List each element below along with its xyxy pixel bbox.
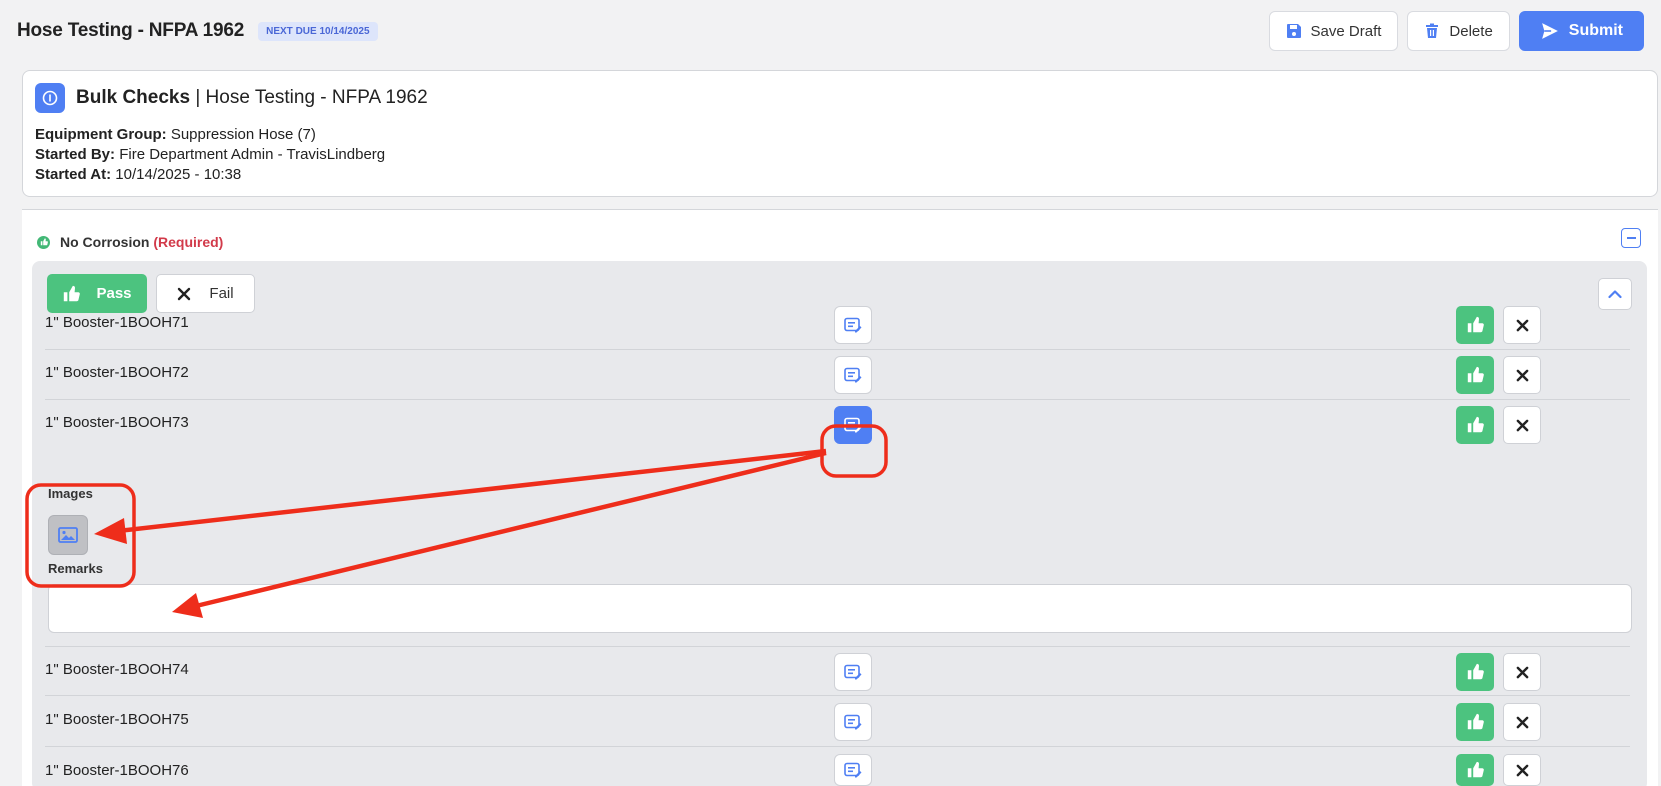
pass-item-button[interactable] — [1456, 754, 1494, 786]
check-header: No Corrosion (Required) — [37, 234, 223, 250]
started-at-label: Started At: — [35, 166, 112, 183]
started-by-line: Started By: Fire Department Admin - Trav… — [35, 145, 1645, 165]
header-actions: Save Draft Delete Submit — [1268, 11, 1644, 51]
note-edit-icon — [844, 664, 862, 680]
info-icon — [35, 83, 65, 113]
equipment-group-label: Equipment Group: — [35, 126, 167, 143]
list-item: 1" Booster-1BOOH71 — [45, 300, 1630, 350]
collapse-section-button[interactable] — [1621, 228, 1641, 248]
trash-icon — [1426, 23, 1439, 38]
page-title: Hose Testing - NFPA 1962 — [17, 20, 245, 41]
required-label: (Required) — [153, 234, 224, 250]
save-draft-label: Save Draft — [1310, 22, 1382, 40]
pass-item-button[interactable] — [1456, 306, 1494, 344]
note-edit-icon — [844, 317, 862, 333]
submit-label: Submit — [1568, 22, 1623, 39]
started-by-value: Fire Department Admin - TravisLindberg — [115, 146, 386, 163]
delete-label: Delete — [1449, 22, 1493, 40]
item-name: 1" Booster-1BOOH75 — [45, 711, 189, 728]
check-name: No Corrosion (Required) — [60, 234, 223, 250]
save-draft-button[interactable]: Save Draft — [1268, 11, 1399, 51]
image-icon — [58, 527, 78, 543]
pass-item-button[interactable] — [1456, 653, 1494, 691]
submit-button[interactable]: Submit — [1518, 11, 1644, 51]
list-item: 1" Booster-1BOOH72 — [45, 350, 1630, 400]
started-at-value: 10/14/2025 - 10:38 — [111, 166, 242, 183]
item-name: 1" Booster-1BOOH74 — [45, 661, 189, 678]
item-name: 1" Booster-1BOOH72 — [45, 364, 189, 381]
list-item-expanded: 1" Booster-1BOOH73 — [45, 400, 1630, 450]
close-icon — [1516, 419, 1528, 431]
toggle-notes-button[interactable] — [834, 406, 872, 444]
toggle-notes-button[interactable] — [834, 356, 872, 394]
toggle-notes-button[interactable] — [834, 703, 872, 741]
fail-item-button[interactable] — [1503, 356, 1541, 394]
close-icon — [1516, 369, 1528, 381]
toggle-notes-button[interactable] — [834, 306, 872, 344]
list-item: 1" Booster-1BOOH75 — [45, 697, 1630, 747]
fail-item-button[interactable] — [1503, 306, 1541, 344]
add-image-button[interactable] — [48, 515, 88, 555]
toggle-notes-button[interactable] — [834, 653, 872, 691]
check-title: No Corrosion — [60, 234, 150, 250]
minus-icon — [1626, 237, 1636, 239]
panel-title: Bulk Checks | Hose Testing - NFPA 1962 — [76, 87, 428, 109]
remarks-input[interactable] — [48, 584, 1632, 633]
panel-header: Bulk Checks | Hose Testing - NFPA 1962 — [35, 83, 1645, 113]
close-icon — [1516, 716, 1528, 728]
thumbs-up-icon — [1467, 761, 1484, 778]
send-icon — [1541, 23, 1558, 39]
images-label: Images — [48, 486, 93, 501]
pass-item-button[interactable] — [1456, 703, 1494, 741]
note-edit-icon — [844, 417, 862, 433]
note-edit-icon — [844, 714, 862, 730]
pass-item-button[interactable] — [1456, 406, 1494, 444]
note-edit-icon — [844, 762, 862, 778]
note-edit-icon — [844, 367, 862, 383]
panel-title-bold: Bulk Checks — [76, 87, 191, 108]
thumbs-up-icon — [1467, 663, 1484, 680]
pass-item-button[interactable] — [1456, 356, 1494, 394]
chevron-up-icon — [1608, 290, 1622, 299]
list-item: 1" Booster-1BOOH76 — [45, 748, 1630, 786]
fail-item-button[interactable] — [1503, 754, 1541, 786]
thumbs-up-icon — [1467, 366, 1484, 383]
fail-item-button[interactable] — [1503, 653, 1541, 691]
close-icon — [178, 287, 191, 300]
remarks-label: Remarks — [48, 561, 103, 576]
list-item: 1" Booster-1BOOH74 — [45, 646, 1630, 696]
top-bar: Hose Testing - NFPA 1962 NEXT DUE 10/14/… — [0, 0, 1661, 62]
item-name: 1" Booster-1BOOH76 — [45, 762, 189, 779]
save-icon — [1286, 24, 1301, 38]
close-icon — [1516, 764, 1528, 776]
equipment-group-value: Suppression Hose (7) — [166, 126, 316, 143]
panel-title-rest: | Hose Testing - NFPA 1962 — [190, 87, 428, 108]
fail-item-button[interactable] — [1503, 406, 1541, 444]
thumbs-up-icon — [1467, 416, 1484, 433]
next-due-badge: NEXT DUE 10/14/2025 — [258, 21, 378, 41]
close-icon — [1516, 666, 1528, 678]
thumbs-up-icon — [1467, 713, 1484, 730]
toggle-notes-button[interactable] — [834, 754, 872, 786]
item-name: 1" Booster-1BOOH73 — [45, 414, 189, 431]
thumbs-up-icon — [1467, 316, 1484, 333]
equipment-group-line: Equipment Group: Suppression Hose (7) — [35, 125, 1645, 145]
close-icon — [1516, 319, 1528, 331]
started-at-line: Started At: 10/14/2025 - 10:38 — [35, 165, 1645, 185]
fail-item-button[interactable] — [1503, 703, 1541, 741]
bulk-checks-panel: Bulk Checks | Hose Testing - NFPA 1962 E… — [22, 70, 1658, 197]
delete-button[interactable]: Delete — [1407, 11, 1510, 51]
item-name: 1" Booster-1BOOH71 — [45, 314, 189, 331]
thumbs-up-icon — [37, 235, 50, 249]
panel-meta: Equipment Group: Suppression Hose (7) St… — [35, 125, 1645, 185]
started-by-label: Started By: — [35, 146, 116, 163]
